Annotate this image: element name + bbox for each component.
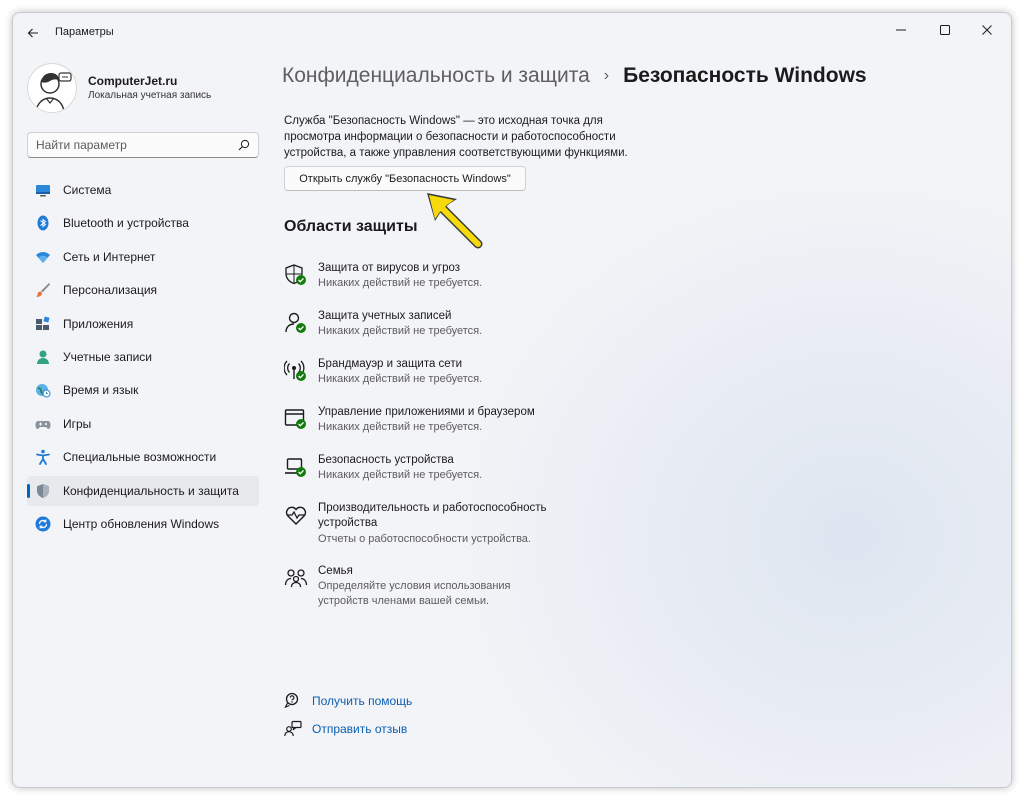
firewall-icon — [284, 360, 306, 381]
minimize-button[interactable] — [879, 17, 923, 43]
search-input[interactable] — [36, 133, 226, 157]
sidebar-item-bluetooth[interactable]: Bluetooth и устройства — [27, 208, 259, 238]
sidebar-item-label: Конфиденциальность и защита — [63, 483, 239, 498]
area-title: Безопасность устройства — [318, 454, 454, 466]
annotation-arrow-icon — [427, 193, 483, 249]
area-status: Никаких действий не требуется. — [318, 421, 483, 433]
avatar[interactable] — [27, 63, 77, 113]
sidebar-item-apps[interactable]: Приложения — [27, 309, 259, 339]
profile-account-type: Локальная учетная запись — [88, 90, 212, 101]
area-status: Никаких действий не требуется. — [318, 277, 483, 289]
sidebar-item-label: Учетные записи — [63, 349, 152, 364]
close-icon — [982, 25, 992, 35]
area-title: Производительность и работоспособность у… — [318, 502, 547, 529]
link-label: Отправить отзыв — [312, 722, 408, 736]
sidebar-nav: Система Bluetooth и устройства Сеть и Ин… — [27, 175, 259, 542]
gamepad-icon — [35, 416, 51, 432]
sidebar-item-personalization[interactable]: Персонализация — [27, 275, 259, 305]
family-icon — [284, 569, 308, 588]
area-firewall[interactable]: Брандмауэр и защита сети Никаких действи… — [284, 357, 684, 389]
sidebar-item-label: Персонализация — [63, 283, 158, 298]
sidebar-item-label: Время и язык — [63, 383, 139, 398]
area-family[interactable]: Семья Определяйте условия использования … — [284, 564, 684, 612]
close-button[interactable] — [965, 17, 1009, 43]
area-status: Отчеты о работоспособности устройства. — [318, 533, 531, 545]
sidebar-item-label: Система — [63, 183, 112, 197]
sidebar-item-accounts[interactable]: Учетные записи — [27, 342, 259, 372]
system-icon — [35, 182, 51, 198]
area-app-browser-control[interactable]: Управление приложениями и браузером Ника… — [284, 405, 684, 437]
windows-update-icon — [35, 516, 51, 532]
sidebar-item-label: Сеть и Интернет — [63, 249, 156, 264]
link-label: Получить помощь — [312, 694, 413, 708]
sidebar-item-accessibility[interactable]: Специальные возможности — [27, 442, 259, 472]
area-title: Управление приложениями и браузером — [318, 406, 535, 418]
app-title: Параметры — [55, 26, 114, 38]
sidebar-item-label: Игры — [63, 416, 92, 431]
apps-icon — [35, 316, 51, 332]
accounts-icon — [35, 349, 51, 365]
user-avatar-icon — [35, 72, 72, 112]
open-windows-security-button[interactable]: Открыть службу "Безопасность Windows" — [284, 166, 526, 191]
breadcrumb-parent[interactable]: Конфиденциальность и защита — [282, 64, 590, 88]
help-icon — [284, 692, 299, 709]
area-title: Защита учетных записей — [318, 310, 452, 322]
title-bar: Параметры — [13, 13, 1011, 53]
device-health-icon — [285, 506, 307, 525]
feedback-icon — [284, 720, 302, 737]
area-device-security[interactable]: Безопасность устройства Никаких действий… — [284, 453, 684, 485]
sidebar-item-label: Центр обновления Windows — [63, 516, 220, 531]
device-security-icon — [285, 458, 306, 477]
area-account-protection[interactable]: Защита учетных записей Никаких действий … — [284, 309, 684, 341]
area-virus-protection[interactable]: Защита от вирусов и угроз Никаких действ… — [284, 261, 684, 293]
section-title: Области защиты — [284, 218, 418, 235]
sidebar-item-system[interactable]: Система — [27, 175, 259, 205]
area-status: Никаких действий не требуется. — [318, 469, 483, 481]
area-status: Никаких действий не требуется. — [318, 325, 483, 337]
area-title: Защита от вирусов и угроз — [318, 262, 461, 274]
page-description: Служба "Безопасность Windows" — это исхо… — [284, 115, 628, 159]
time-language-icon — [35, 382, 51, 398]
search-box[interactable] — [27, 132, 259, 158]
privacy-shield-icon — [35, 483, 51, 499]
area-title: Брандмауэр и защита сети — [318, 358, 463, 370]
breadcrumb-separator: › — [603, 67, 610, 84]
settings-window: Параметры ComputerJet.ru Локальная учетн… — [12, 12, 1012, 788]
sidebar-item-label: Специальные возможности — [63, 450, 217, 465]
sidebar-item-label: Bluetooth и устройства — [63, 216, 189, 231]
account-protection-icon — [285, 312, 306, 333]
brush-icon — [35, 282, 51, 298]
accessibility-icon — [35, 449, 51, 466]
minimize-icon — [896, 29, 906, 31]
page-title: Безопасность Windows — [623, 64, 867, 87]
profile-name: ComputerJet.ru — [88, 74, 178, 88]
sidebar-item-label: Приложения — [63, 316, 134, 331]
back-button[interactable] — [21, 21, 45, 45]
maximize-button[interactable] — [923, 17, 967, 43]
area-title: Семья — [318, 565, 353, 577]
wifi-icon — [35, 249, 51, 265]
app-browser-control-icon — [284, 409, 306, 429]
search-icon[interactable] — [238, 139, 250, 151]
maximize-icon — [940, 25, 950, 35]
breadcrumb: Конфиденциальность и защита › Безопаснос… — [282, 61, 867, 91]
back-arrow-icon — [27, 28, 38, 38]
sidebar-item-network[interactable]: Сеть и Интернет — [27, 242, 259, 272]
sidebar-item-windows-update[interactable]: Центр обновления Windows — [27, 509, 259, 539]
sidebar-item-gaming[interactable]: Игры — [27, 409, 259, 439]
bluetooth-icon — [35, 215, 51, 231]
area-status: Никаких действий не требуется. — [318, 373, 483, 385]
virus-protection-icon — [285, 264, 306, 285]
area-status: Определяйте условия использования устрой… — [318, 580, 511, 607]
sidebar-item-privacy-security[interactable]: Конфиденциальность и защита — [27, 475, 259, 506]
sidebar-item-time-language[interactable]: Время и язык — [27, 375, 259, 405]
area-device-health[interactable]: Производительность и работоспособность у… — [284, 501, 684, 549]
